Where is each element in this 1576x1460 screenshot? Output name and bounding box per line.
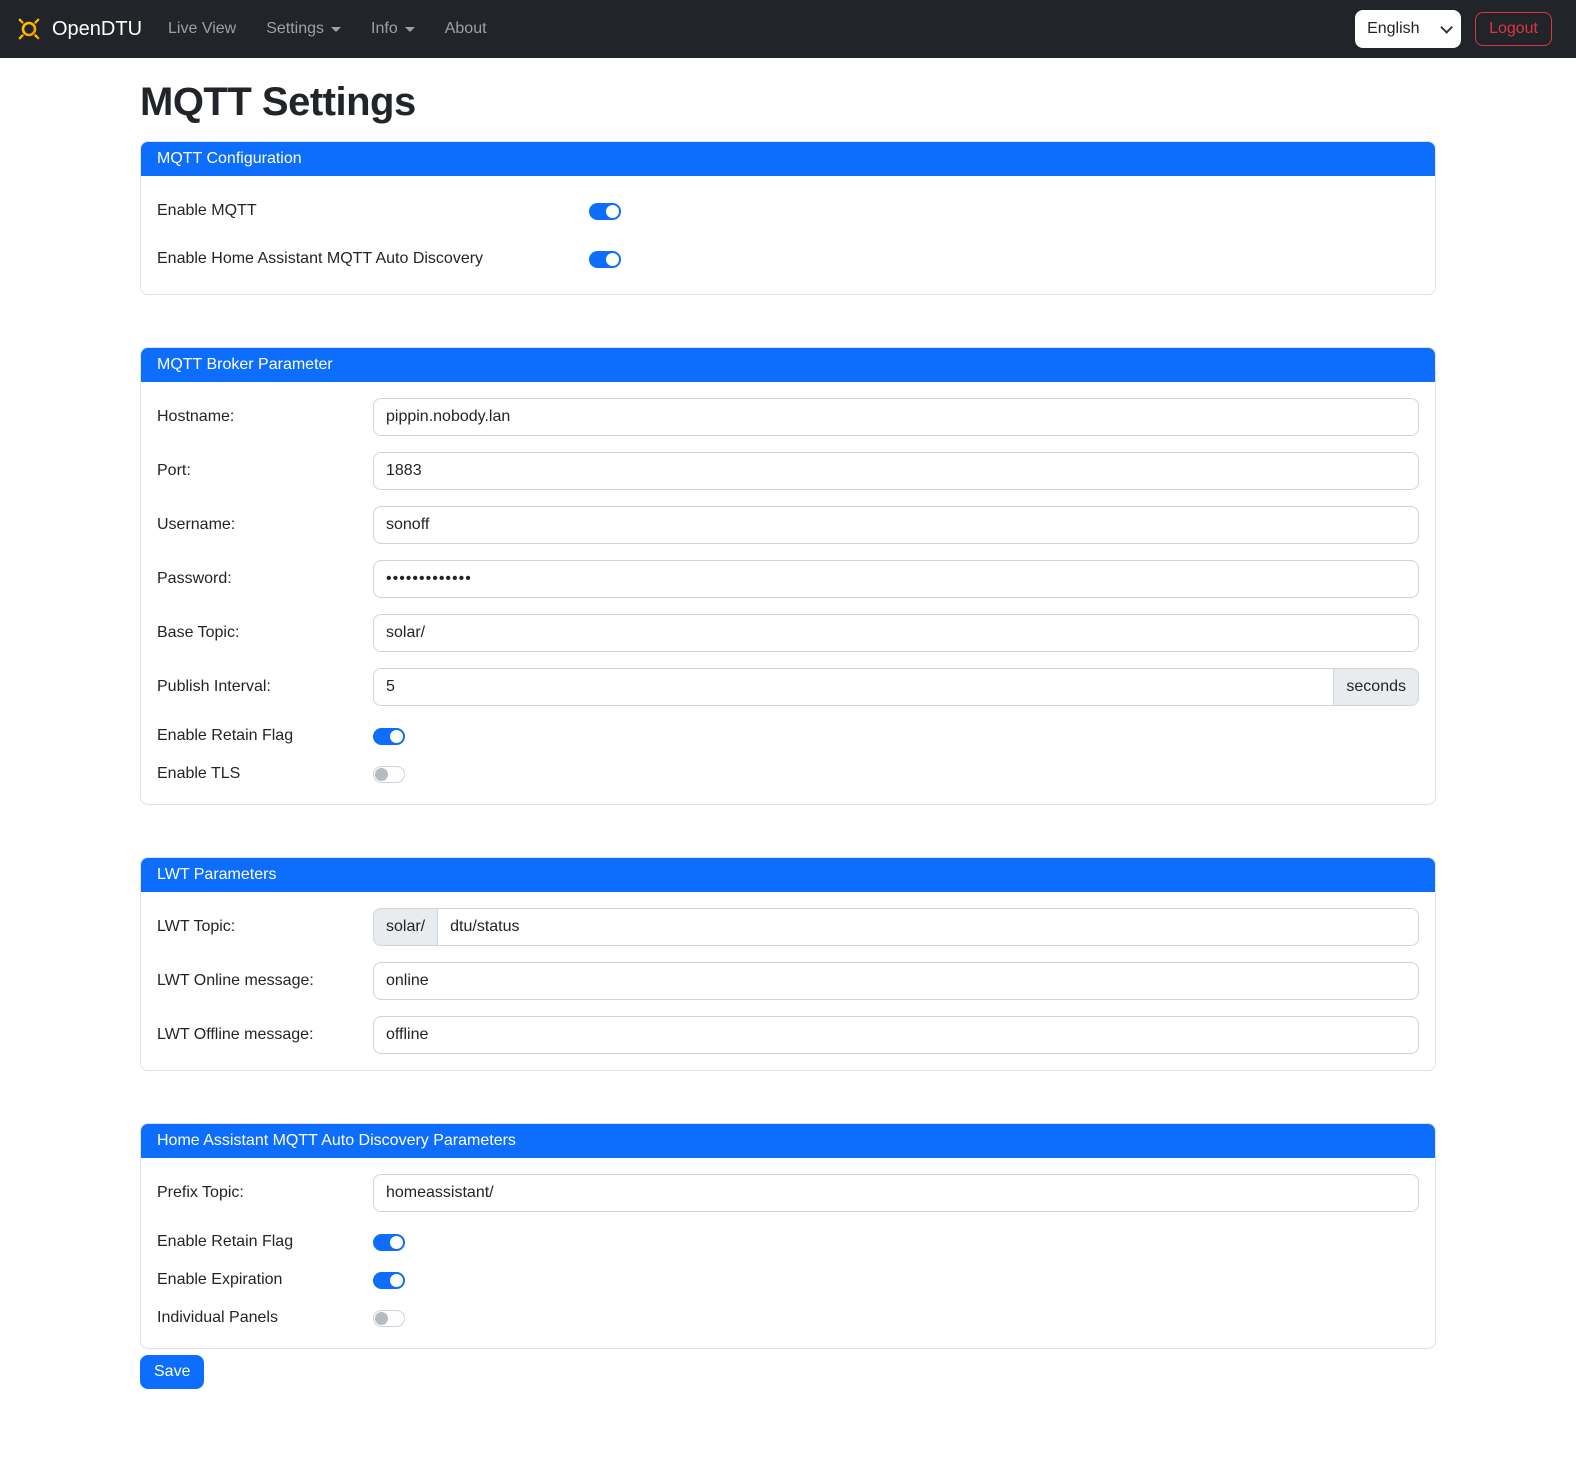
switch-knob — [375, 1312, 388, 1325]
nav-item-label: Live View — [168, 20, 236, 38]
caret-down-icon — [405, 27, 415, 32]
nav-item-label: About — [445, 20, 487, 38]
lwt-offline-input[interactable] — [373, 1016, 1419, 1054]
publish-interval-unit: seconds — [1334, 668, 1419, 706]
card-body: Enable MQTT Enable Home Assistant MQTT A… — [141, 176, 1435, 294]
form-row-enable-expiration: Enable Expiration — [157, 1266, 1419, 1294]
base-topic-input[interactable] — [373, 614, 1419, 652]
card-header: MQTT Configuration — [141, 142, 1435, 176]
form-row-password: Password: — [157, 560, 1419, 598]
save-button[interactable]: Save — [140, 1355, 204, 1389]
mqtt-broker-card: MQTT Broker Parameter Hostname: Port: Us… — [140, 347, 1436, 805]
nav-links: Live View Settings Info About — [168, 12, 517, 46]
switch-knob — [390, 730, 403, 743]
username-input[interactable] — [373, 506, 1419, 544]
switch-knob — [390, 1274, 403, 1287]
ha-retain-flag-label: Enable Retain Flag — [157, 1233, 373, 1251]
form-row-lwt-online: LWT Online message: — [157, 962, 1419, 1000]
form-row-lwt-topic: LWT Topic: solar/ — [157, 908, 1419, 946]
enable-expiration-label: Enable Expiration — [157, 1271, 373, 1289]
port-label: Port: — [157, 462, 373, 480]
lwt-topic-prefix: solar/ — [373, 908, 437, 946]
brand-label: OpenDTU — [52, 18, 142, 41]
hostname-label: Hostname: — [157, 408, 373, 426]
nav-item-info[interactable]: Info — [371, 12, 415, 46]
brand-link[interactable]: OpenDTU — [14, 14, 142, 44]
chevron-down-icon — [1440, 21, 1453, 34]
port-input[interactable] — [373, 452, 1419, 490]
switch-knob — [375, 768, 388, 781]
nav-item-settings[interactable]: Settings — [266, 12, 341, 46]
form-row-enable-ha-discovery: Enable Home Assistant MQTT Auto Discover… — [157, 240, 1419, 278]
card-header: Home Assistant MQTT Auto Discovery Param… — [141, 1124, 1435, 1158]
navbar: OpenDTU Live View Settings Info About En… — [0, 0, 1576, 58]
retain-flag-label: Enable Retain Flag — [157, 727, 373, 745]
hostname-input[interactable] — [373, 398, 1419, 436]
enable-ha-discovery-label: Enable Home Assistant MQTT Auto Discover… — [157, 250, 589, 268]
nav-item-about[interactable]: About — [445, 12, 487, 46]
enable-expiration-switch[interactable] — [373, 1272, 405, 1289]
switch-knob — [390, 1236, 403, 1249]
form-row-username: Username: — [157, 506, 1419, 544]
card-body: Hostname: Port: Username: Password: Base… — [141, 382, 1435, 804]
switch-knob — [606, 205, 619, 218]
lwt-topic-input[interactable] — [437, 908, 1419, 946]
enable-mqtt-switch[interactable] — [589, 203, 621, 220]
lwt-topic-label: LWT Topic: — [157, 918, 373, 936]
retain-flag-switch[interactable] — [373, 728, 405, 745]
ha-discovery-card: Home Assistant MQTT Auto Discovery Param… — [140, 1123, 1436, 1349]
form-row-hostname: Hostname: — [157, 398, 1419, 436]
lwt-offline-label: LWT Offline message: — [157, 1026, 373, 1044]
lwt-online-input[interactable] — [373, 962, 1419, 1000]
base-topic-label: Base Topic: — [157, 624, 373, 642]
prefix-topic-input[interactable] — [373, 1174, 1419, 1212]
sun-icon — [14, 14, 44, 44]
publish-interval-label: Publish Interval: — [157, 678, 373, 696]
card-header: MQTT Broker Parameter — [141, 348, 1435, 382]
password-input[interactable] — [373, 560, 1419, 598]
nav-item-live-view[interactable]: Live View — [168, 12, 236, 46]
form-row-port: Port: — [157, 452, 1419, 490]
mqtt-configuration-card: MQTT Configuration Enable MQTT Enable Ho… — [140, 141, 1436, 295]
form-row-ha-retain-flag: Enable Retain Flag — [157, 1228, 1419, 1256]
username-label: Username: — [157, 516, 373, 534]
card-body: Prefix Topic: Enable Retain Flag Enable … — [141, 1158, 1435, 1348]
caret-down-icon — [331, 27, 341, 32]
form-row-enable-mqtt: Enable MQTT — [157, 192, 1419, 230]
lwt-online-label: LWT Online message: — [157, 972, 373, 990]
main-content: MQTT Settings MQTT Configuration Enable … — [140, 80, 1436, 1389]
logout-button[interactable]: Logout — [1475, 12, 1552, 46]
lwt-parameters-card: LWT Parameters LWT Topic: solar/ LWT Onl… — [140, 857, 1436, 1071]
form-row-publish-interval: Publish Interval: seconds — [157, 668, 1419, 706]
switch-knob — [606, 253, 619, 266]
publish-interval-input[interactable] — [373, 668, 1334, 706]
language-selected-value: English — [1367, 20, 1419, 38]
enable-tls-switch[interactable] — [373, 766, 405, 783]
page-title: MQTT Settings — [140, 80, 1436, 125]
form-row-retain-flag: Enable Retain Flag — [157, 722, 1419, 750]
individual-panels-switch[interactable] — [373, 1310, 405, 1327]
individual-panels-label: Individual Panels — [157, 1309, 373, 1327]
ha-retain-flag-switch[interactable] — [373, 1234, 405, 1251]
password-label: Password: — [157, 570, 373, 588]
enable-ha-discovery-switch[interactable] — [589, 251, 621, 268]
nav-item-label: Info — [371, 20, 398, 38]
language-select[interactable]: English — [1355, 10, 1461, 48]
card-header: LWT Parameters — [141, 858, 1435, 892]
nav-item-label: Settings — [266, 20, 324, 38]
form-row-lwt-offline: LWT Offline message: — [157, 1016, 1419, 1054]
enable-mqtt-label: Enable MQTT — [157, 202, 589, 220]
prefix-topic-label: Prefix Topic: — [157, 1184, 373, 1202]
form-row-enable-tls: Enable TLS — [157, 760, 1419, 788]
card-body: LWT Topic: solar/ LWT Online message: LW… — [141, 892, 1435, 1070]
form-row-prefix-topic: Prefix Topic: — [157, 1174, 1419, 1212]
form-row-base-topic: Base Topic: — [157, 614, 1419, 652]
enable-tls-label: Enable TLS — [157, 765, 373, 783]
form-row-individual-panels: Individual Panels — [157, 1304, 1419, 1332]
